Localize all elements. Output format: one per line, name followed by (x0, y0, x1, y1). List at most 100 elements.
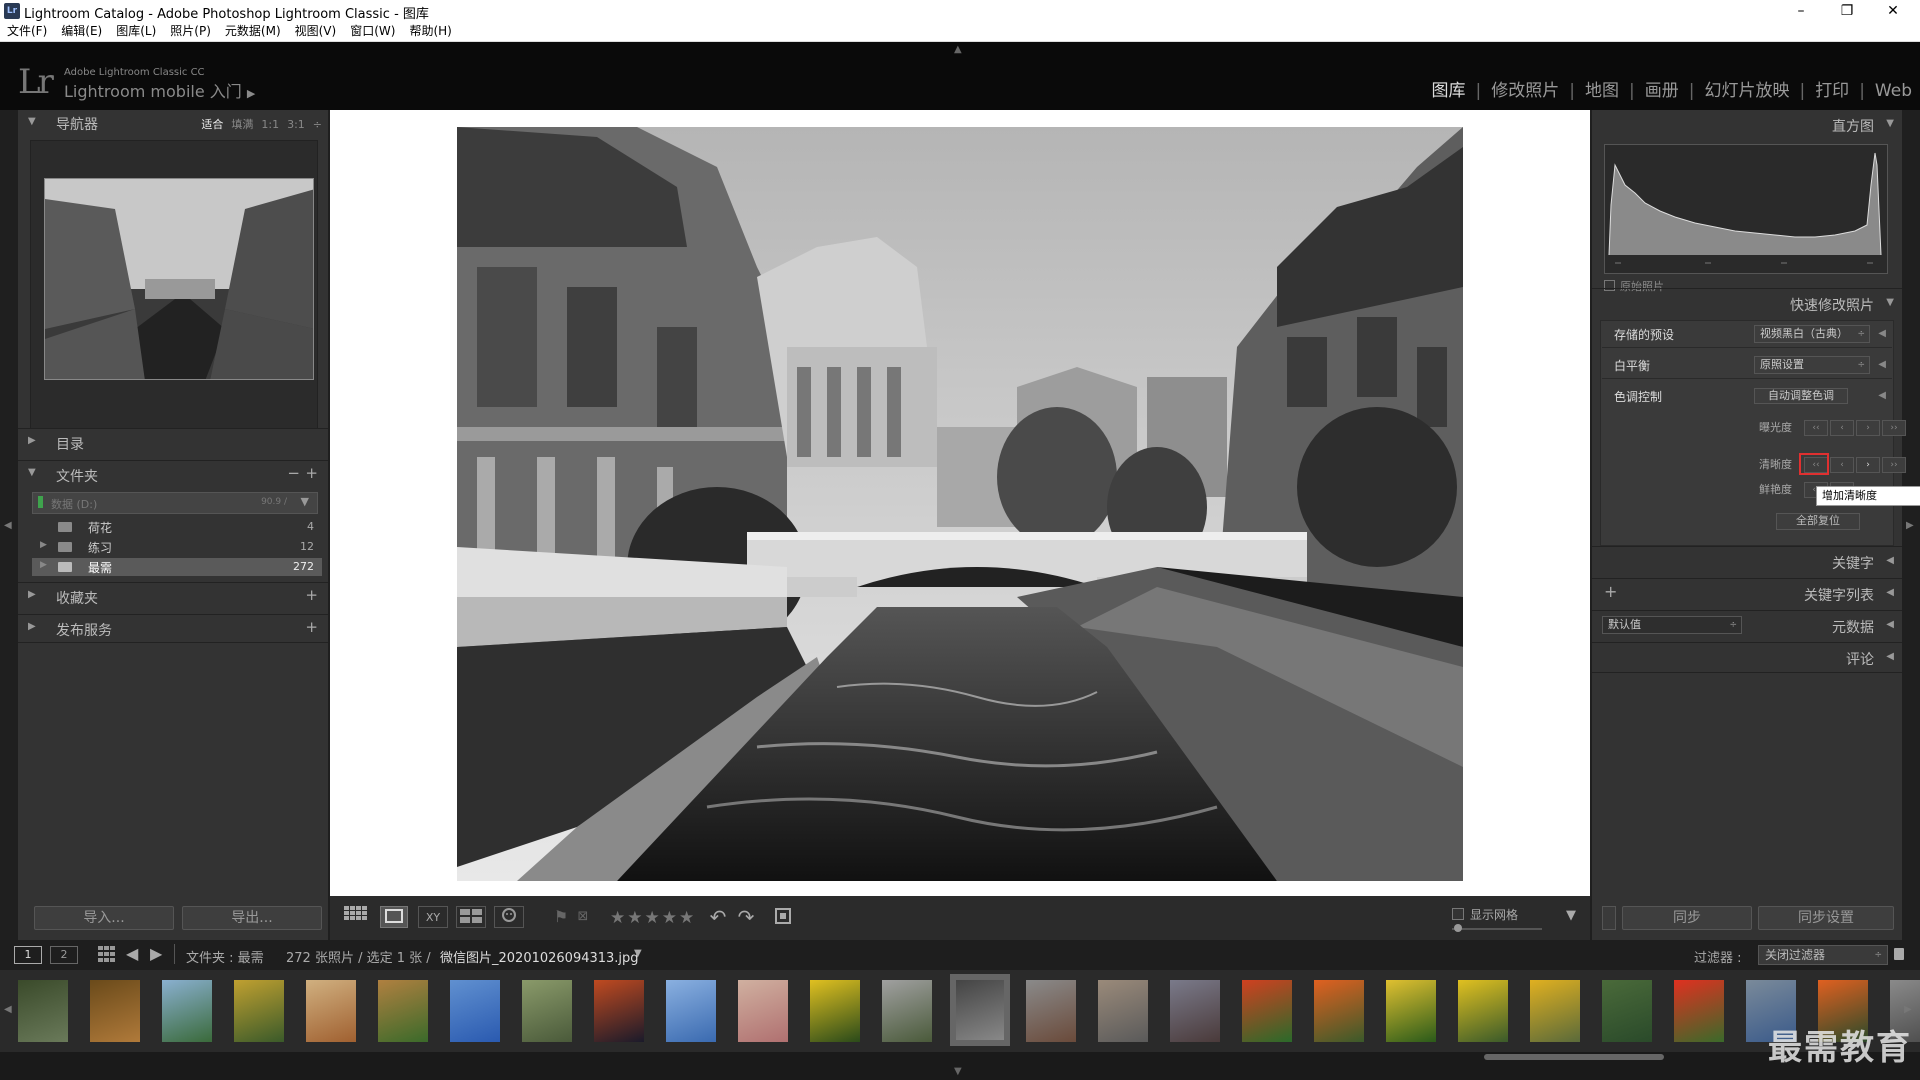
top-panel-toggle-icon[interactable]: ▲ (954, 44, 962, 55)
filmstrip-thumbnail[interactable] (306, 980, 356, 1042)
grid-slider-thumb[interactable] (1454, 924, 1462, 932)
module-library[interactable]: 图库 (1432, 76, 1466, 101)
sync-settings-button[interactable]: 同步设置 (1758, 906, 1894, 930)
grid-view-icon[interactable] (342, 906, 370, 928)
histogram[interactable] (1604, 144, 1888, 274)
collections-add-button[interactable]: + (305, 586, 318, 604)
menu-help[interactable]: 帮助(H) (402, 22, 458, 41)
main-window-button[interactable]: 1 (14, 946, 42, 964)
minimize-button[interactable]: – (1778, 0, 1824, 22)
navigator-thumbnail[interactable] (44, 178, 314, 380)
auto-tone-button[interactable]: 自动调整色调 (1754, 388, 1848, 404)
zoom-1-1[interactable]: 1:1 (261, 118, 279, 131)
star-rating[interactable]: ★★★★★ (610, 908, 696, 928)
histogram-header[interactable]: 直方图 ▼ (1592, 110, 1902, 138)
filmstrip-thumbnail[interactable] (234, 980, 284, 1042)
expand-arrow-icon[interactable]: ◀ (1878, 390, 1886, 401)
collections-header[interactable]: ▶ 收藏夹 + (18, 582, 328, 608)
filmstrip-thumbnail[interactable] (810, 980, 860, 1042)
keyword-list-header[interactable]: + 关键字列表 ◀ (1592, 578, 1902, 606)
catalog-header[interactable]: ▶ 目录 (18, 428, 328, 454)
filmstrip-thumbnail[interactable] (378, 980, 428, 1042)
filmstrip-thumbnail[interactable] (450, 980, 500, 1042)
filmstrip-thumbnail[interactable] (882, 980, 932, 1042)
filmstrip-thumbnail[interactable] (1170, 980, 1220, 1042)
crop-icon[interactable] (770, 906, 796, 928)
folder-item[interactable]: 荷花 4 (32, 518, 322, 536)
folders-header[interactable]: ▼ 文件夹 − + (18, 460, 328, 486)
show-grid-checkbox[interactable] (1452, 908, 1464, 920)
rotate-left-icon[interactable]: ↶ (706, 906, 730, 928)
sync-toggle-switch[interactable] (1602, 906, 1616, 930)
exposure-increase-large[interactable]: ›› (1882, 420, 1906, 436)
exposure-decrease[interactable]: ‹ (1830, 420, 1854, 436)
expand-arrow-icon[interactable]: ◀ (1878, 328, 1886, 339)
maximize-button[interactable]: ❐ (1824, 0, 1870, 22)
sync-button[interactable]: 同步 (1622, 906, 1752, 930)
lock-filter-icon[interactable] (1894, 948, 1904, 960)
mobile-getting-started[interactable]: Lightroom mobile 入门 ▶ (64, 78, 255, 102)
zoom-fit[interactable]: 适合 (201, 118, 223, 131)
comments-header[interactable]: 评论 ◀ (1592, 642, 1902, 670)
main-photo[interactable] (457, 127, 1463, 881)
metadata-preset-select[interactable]: 默认值 ÷ (1602, 616, 1742, 634)
right-panel-toggle-icon[interactable]: ▶ (1906, 520, 1914, 531)
filmstrip-thumbnail[interactable] (1242, 980, 1292, 1042)
filmstrip-thumbnail[interactable] (90, 980, 140, 1042)
keywording-header[interactable]: 关键字 ◀ (1592, 546, 1902, 574)
grid-view-icon[interactable] (98, 946, 116, 965)
filmstrip-thumbnail[interactable] (1386, 980, 1436, 1042)
module-develop[interactable]: 修改照片 (1491, 76, 1559, 101)
menu-photo[interactable]: 照片(P) (163, 22, 218, 41)
clarity-increase[interactable]: › (1856, 457, 1880, 473)
source-path[interactable]: 文件夹 : 最需 (186, 947, 264, 966)
publish-services-header[interactable]: ▶ 发布服务 + (18, 614, 328, 640)
module-map[interactable]: 地图 (1585, 76, 1619, 101)
filmstrip-thumbnail[interactable] (1026, 980, 1076, 1042)
menu-view[interactable]: 视图(V) (288, 22, 344, 41)
menu-window[interactable]: 窗口(W) (343, 22, 402, 41)
loupe-view-icon[interactable] (380, 906, 408, 928)
reject-flag-icon[interactable]: ⊠ (574, 906, 592, 928)
filmstrip-thumbnail[interactable] (1602, 980, 1652, 1042)
module-book[interactable]: 画册 (1645, 76, 1679, 101)
menu-metadata[interactable]: 元数据(M) (218, 22, 288, 41)
second-window-button[interactable]: 2 (50, 946, 78, 964)
quick-develop-header[interactable]: 快速修改照片 ▼ (1592, 288, 1902, 316)
expand-arrow-icon[interactable]: ◀ (1878, 359, 1886, 370)
filmstrip-thumbnail[interactable] (1458, 980, 1508, 1042)
module-web[interactable]: Web (1875, 81, 1912, 101)
bottom-panel-toggle-icon[interactable]: ▼ (954, 1066, 962, 1077)
zoom-fill[interactable]: 填满 (231, 118, 253, 131)
selected-filename[interactable]: 微信图片_20201026094313.jpg (440, 947, 639, 966)
filmstrip-thumbnail[interactable] (738, 980, 788, 1042)
flag-icon[interactable]: ⚑ (552, 906, 570, 928)
saved-preset-select[interactable]: 视频黑白（古典） ÷ (1754, 325, 1870, 343)
filmstrip-scrollbar[interactable] (1484, 1054, 1664, 1060)
folder-item[interactable]: ▶ 练习 12 (32, 538, 322, 556)
reset-all-button[interactable]: 全部复位 (1776, 513, 1860, 530)
filmstrip-scroll-left-icon[interactable]: ◀ (4, 1004, 12, 1015)
module-print[interactable]: 打印 (1815, 76, 1849, 101)
publish-add-button[interactable]: + (305, 618, 318, 636)
zoom-stepper-icon[interactable]: ÷ (313, 118, 322, 131)
filmstrip-thumbnail-selected[interactable] (950, 974, 1010, 1046)
compare-view-icon[interactable]: XY (418, 906, 448, 928)
grid-opacity-slider[interactable] (1452, 928, 1542, 930)
zoom-3-1[interactable]: 3:1 (287, 118, 305, 131)
people-view-icon[interactable] (494, 906, 524, 928)
forward-arrow-icon[interactable]: ▶ (150, 944, 162, 963)
left-panel-toggle-icon[interactable]: ◀ (4, 520, 12, 531)
metadata-header[interactable]: 默认值 ÷ 元数据 ◀ (1592, 610, 1902, 638)
filmstrip-thumbnail[interactable] (522, 980, 572, 1042)
folder-item-selected[interactable]: ▶ 最需 272 (32, 558, 322, 576)
export-button[interactable]: 导出... (182, 906, 322, 930)
filename-dropdown-icon[interactable]: ▼ (634, 948, 642, 959)
filmstrip-thumbnail[interactable] (1314, 980, 1364, 1042)
filmstrip-thumbnail[interactable] (1098, 980, 1148, 1042)
expand-triangle-icon[interactable]: ▶ (40, 560, 47, 570)
back-arrow-icon[interactable]: ◀ (126, 944, 138, 963)
filmstrip-thumbnail[interactable] (1674, 980, 1724, 1042)
menu-edit[interactable]: 编辑(E) (54, 22, 109, 41)
exposure-decrease-large[interactable]: ‹‹ (1804, 420, 1828, 436)
